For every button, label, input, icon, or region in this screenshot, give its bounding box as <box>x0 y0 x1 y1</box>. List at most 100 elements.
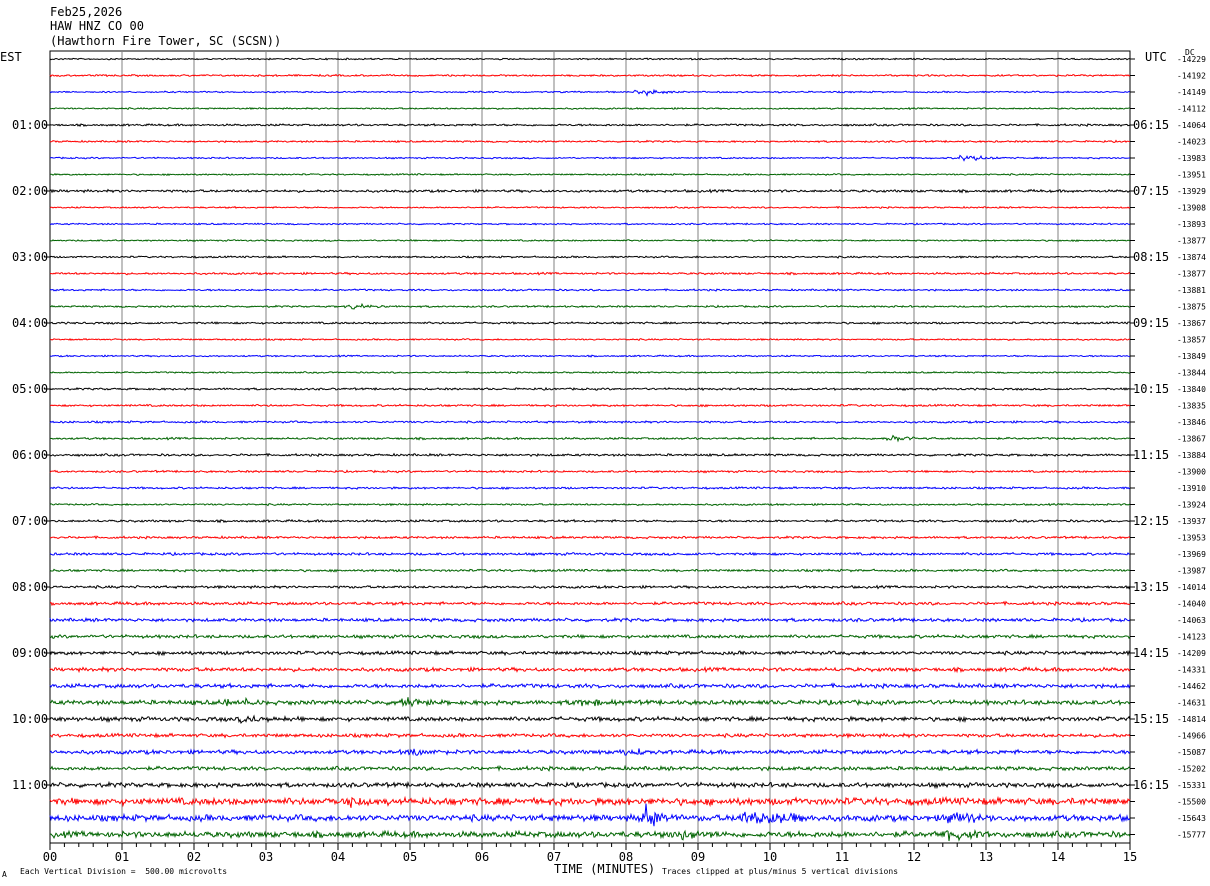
hour-label-left: 10:00 <box>12 712 48 726</box>
hour-label-right: 07:15 <box>1133 184 1169 198</box>
hour-label-right: 06:15 <box>1133 118 1169 132</box>
seismic-trace <box>49 222 1131 226</box>
seismic-trace <box>49 122 1131 128</box>
seismic-trace <box>49 616 1131 623</box>
hour-label-left: 08:00 <box>12 580 48 594</box>
dc-offset-label: -13969 <box>1177 550 1206 559</box>
x-tick-label: 04 <box>331 850 345 864</box>
scale-note: Each Vertical Division = 500.00 microvol… <box>20 867 228 876</box>
hour-label-left: 03:00 <box>12 250 48 264</box>
dc-offset-label: -14331 <box>1177 666 1206 675</box>
hour-label-left: 06:00 <box>12 448 48 462</box>
seismic-trace <box>49 764 1131 772</box>
dc-offset-label: -15202 <box>1177 765 1206 774</box>
seismic-trace <box>49 188 1131 194</box>
hour-label-right: 10:15 <box>1133 382 1169 396</box>
hour-label-right: 11:15 <box>1133 448 1169 462</box>
seismic-trace <box>49 106 1130 111</box>
dc-offset-label: -13867 <box>1177 435 1206 444</box>
seismic-trace <box>49 420 1131 425</box>
dc-offset-label: -14149 <box>1177 88 1206 97</box>
helicorder-plot: 00 01 02 03 04 05 06 07 08 09 10 11 12 13 14 15-14229-1… <box>12 50 1206 864</box>
dc-offset-label: -13908 <box>1177 204 1206 213</box>
hour-label-right: 16:15 <box>1133 778 1169 792</box>
corner-mark: A <box>2 870 7 879</box>
seismic-trace <box>49 696 1131 708</box>
x-tick-label: 15 <box>1123 850 1137 864</box>
dc-offset-label: -13951 <box>1177 171 1206 180</box>
hour-label-left: 02:00 <box>12 184 48 198</box>
dc-offset-label: -13849 <box>1177 352 1206 361</box>
dc-offset-label: -13983 <box>1177 154 1206 163</box>
dc-offset-label: -14014 <box>1177 583 1206 592</box>
hour-label-left: 11:00 <box>12 778 48 792</box>
x-tick-label: 02 <box>187 850 201 864</box>
seismic-trace <box>49 434 1131 443</box>
dc-offset-label: -14814 <box>1177 715 1206 724</box>
dc-offset-label: -13910 <box>1177 484 1206 493</box>
hour-label-right: 15:15 <box>1133 712 1169 726</box>
dc-offset-label: -14023 <box>1177 138 1206 147</box>
seismic-trace <box>49 649 1131 657</box>
dc-offset-label: -14966 <box>1177 732 1206 741</box>
seismic-trace <box>49 288 1131 292</box>
dc-offset-label: -14063 <box>1177 616 1206 625</box>
seismic-trace <box>49 271 1131 276</box>
dc-offset-label: -13857 <box>1177 336 1206 345</box>
seismic-trace <box>49 486 1131 490</box>
dc-offset-label: -13924 <box>1177 501 1206 510</box>
seismic-trace <box>49 568 1131 573</box>
dc-offset-label: -14192 <box>1177 72 1206 81</box>
dc-offset-label: -13835 <box>1177 402 1206 411</box>
dc-offset-label: -14123 <box>1177 633 1206 642</box>
x-tick-label: 03 <box>259 850 273 864</box>
dc-offset-label: -15087 <box>1177 748 1206 757</box>
x-tick-label: 11 <box>835 850 849 864</box>
seismic-trace <box>49 584 1131 590</box>
dc-offset-label: -13881 <box>1177 286 1206 295</box>
hour-label-left: 07:00 <box>12 514 48 528</box>
seismic-trace <box>49 795 1131 808</box>
plot-frame <box>49 50 1131 844</box>
dc-offset-label: -13877 <box>1177 237 1206 246</box>
dc-offset-label: -13844 <box>1177 369 1206 378</box>
dc-offset-label: -13867 <box>1177 319 1206 328</box>
seismic-trace <box>50 154 1131 162</box>
dc-offset-label: -13874 <box>1177 253 1206 262</box>
dc-offset-label: -13953 <box>1177 534 1206 543</box>
seismic-trace <box>49 302 1131 310</box>
seismic-trace <box>49 714 1131 725</box>
seismic-trace <box>49 732 1131 739</box>
seismic-trace <box>49 600 1131 607</box>
hour-label-left: 09:00 <box>12 646 48 660</box>
dc-offset-label: -14631 <box>1177 699 1206 708</box>
hour-label-left: 01:00 <box>12 118 48 132</box>
dc-offset-label: -13900 <box>1177 468 1206 477</box>
dc-offset-label: -15643 <box>1177 814 1206 823</box>
seismic-trace <box>49 518 1131 524</box>
dc-offset-label: -15500 <box>1177 798 1206 807</box>
seismic-trace <box>49 88 1131 97</box>
dc-offset-label: -13937 <box>1177 517 1206 526</box>
hour-label-right: 09:15 <box>1133 316 1169 330</box>
dc-offset-label: -14462 <box>1177 682 1206 691</box>
seismic-trace <box>49 452 1131 458</box>
x-tick-label: 12 <box>907 850 921 864</box>
seismic-trace <box>49 238 1131 243</box>
x-tick-label: 01 <box>115 850 129 864</box>
dc-offset-label: -13929 <box>1177 187 1206 196</box>
seismic-trace <box>49 551 1131 557</box>
x-tick-label: 06 <box>475 850 489 864</box>
seismic-trace <box>49 205 1131 210</box>
x-tick-label: 14 <box>1051 850 1065 864</box>
dc-offset-label: -15777 <box>1177 831 1206 840</box>
seismic-trace <box>49 780 1131 790</box>
seismic-trace <box>49 633 1131 640</box>
dc-offset-label: -13846 <box>1177 418 1206 427</box>
hour-label-left: 04:00 <box>12 316 48 330</box>
dc-offset-label: -13840 <box>1177 385 1206 394</box>
seismic-trace <box>49 469 1131 474</box>
seismic-trace <box>49 255 1131 259</box>
clip-note: Traces clipped at plus/minus 5 vertical … <box>662 867 899 876</box>
seismic-trace <box>49 370 1131 375</box>
